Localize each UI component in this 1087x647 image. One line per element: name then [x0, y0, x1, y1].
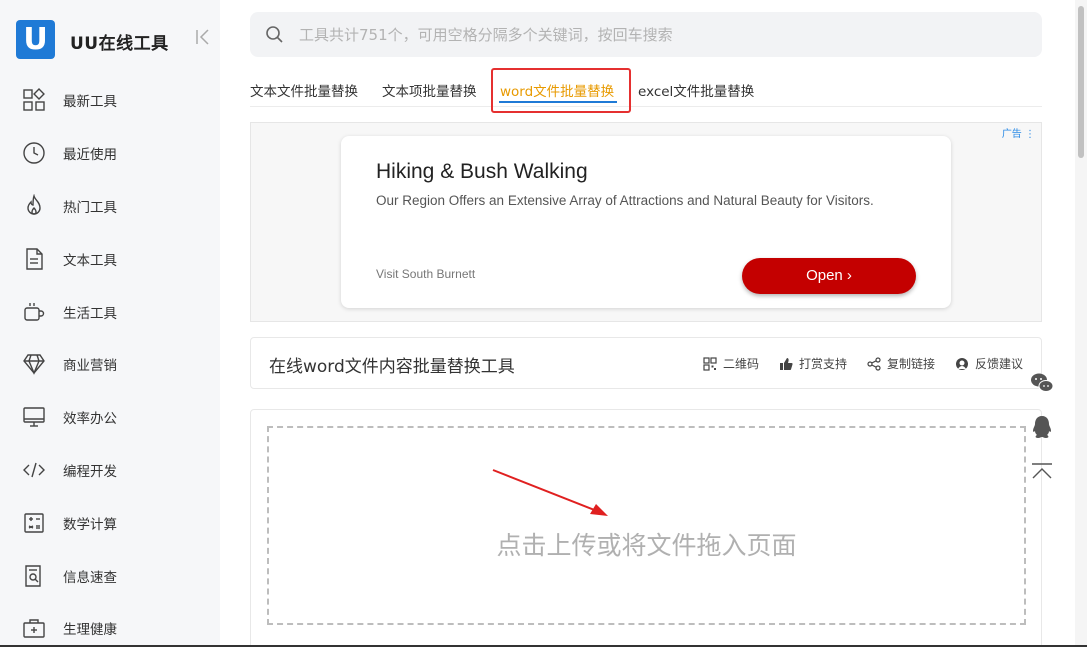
copy-link-label: 复制链接	[886, 357, 935, 371]
tab-text-file-replace[interactable]: 文本文件批量替换	[250, 80, 358, 100]
sidebar-item-label: 数学计算	[63, 516, 117, 533]
ad-label[interactable]: 广告 ⋮	[1002, 125, 1035, 140]
file-dropzone[interactable]: 点击上传或将文件拖入页面	[267, 426, 1026, 625]
sidebar-item-health[interactable]: 生理健康	[0, 602, 220, 647]
sidebar-item-label: 最新工具	[63, 94, 117, 111]
search-icon	[266, 25, 283, 43]
code-icon	[21, 457, 47, 483]
tip-support-button[interactable]: 打赏支持	[779, 355, 847, 372]
scrollbar[interactable]	[1075, 0, 1087, 647]
qq-icon[interactable]	[1029, 414, 1055, 440]
search-bar	[250, 12, 1042, 57]
sidebar-item-label: 生理健康	[63, 622, 117, 639]
upload-panel: 点击上传或将文件拖入页面	[250, 409, 1042, 647]
share-icon	[867, 356, 881, 371]
diamond-icon	[21, 351, 47, 377]
tab-excel-file-replace[interactable]: excel文件批量替换	[638, 80, 754, 100]
flame-icon	[21, 193, 47, 219]
sidebar-item-office[interactable]: 效率办公	[0, 391, 220, 444]
ad-title[interactable]: Hiking & Bush Walking	[376, 160, 588, 184]
back-to-top-icon[interactable]	[1029, 460, 1055, 486]
ad-source: Visit South Burnett	[376, 267, 476, 281]
ad-card[interactable]: Hiking & Bush Walking Our Region Offers …	[341, 136, 951, 308]
sidebar-item-label: 编程开发	[63, 463, 117, 480]
sidebar-item-label: 热门工具	[63, 199, 117, 216]
medkit-icon	[21, 615, 47, 641]
search-input[interactable]	[299, 25, 999, 44]
sidebar: U UU在线工具 最新工具 最近使用 热门工具 文本工具 生活工具 商业营销 效…	[0, 0, 220, 647]
sidebar-item-info[interactable]: 信息速查	[0, 549, 220, 602]
app-logo[interactable]: U	[16, 20, 55, 59]
ad-open-button[interactable]: Open ›	[742, 258, 916, 294]
calculator-icon	[21, 510, 47, 536]
feedback-button[interactable]: 反馈建议	[955, 355, 1023, 372]
sidebar-nav: 最新工具 最近使用 热门工具 文本工具 生活工具 商业营销 效率办公 编程开发	[0, 74, 220, 647]
qrcode-icon	[703, 356, 717, 371]
sidebar-item-text[interactable]: 文本工具	[0, 232, 220, 285]
sidebar-item-business[interactable]: 商业营销	[0, 338, 220, 391]
tab-text-item-replace[interactable]: 文本项批量替换	[382, 80, 477, 100]
sidebar-item-label: 商业营销	[63, 358, 117, 375]
sidebar-item-label: 生活工具	[63, 305, 117, 322]
grid-icon	[21, 87, 47, 113]
collapse-sidebar-icon[interactable]	[194, 27, 212, 52]
page-title: 在线word文件内容批量替换工具	[269, 357, 515, 377]
ad-banner: 广告 ⋮ Hiking & Bush Walking Our Region Of…	[250, 122, 1042, 322]
sidebar-item-hot[interactable]: 热门工具	[0, 180, 220, 233]
copy-link-button[interactable]: 复制链接	[867, 355, 935, 372]
sidebar-item-label: 文本工具	[63, 252, 117, 269]
sidebar-item-newest[interactable]: 最新工具	[0, 74, 220, 127]
red-arrow-annotation	[492, 469, 608, 516]
qrcode-button[interactable]: 二维码	[703, 355, 759, 372]
ad-description: Our Region Offers an Extensive Array of …	[376, 193, 874, 208]
feedback-icon	[955, 357, 968, 370]
tool-tabs: 文本文件批量替换 文本项批量替换 word文件批量替换 excel文件批量替换	[250, 66, 1042, 107]
upload-hint: 点击上传或将文件拖入页面	[496, 531, 797, 560]
wechat-icon[interactable]	[1029, 370, 1055, 396]
search-doc-icon	[21, 563, 47, 589]
sidebar-item-life[interactable]: 生活工具	[0, 285, 220, 338]
sidebar-item-label: 效率办公	[63, 411, 117, 428]
sidebar-item-label: 最近使用	[63, 147, 117, 164]
active-tab-highlight	[491, 68, 631, 113]
sidebar-item-dev[interactable]: 编程开发	[0, 444, 220, 497]
thumbs-up-icon	[779, 357, 793, 370]
tip-support-label: 打赏支持	[798, 357, 847, 371]
sidebar-item-label: 信息速查	[63, 569, 117, 586]
tool-header: 在线word文件内容批量替换工具 二维码 打赏支持 复制链接 反馈建议	[250, 337, 1042, 389]
sidebar-item-math[interactable]: 数学计算	[0, 496, 220, 549]
qrcode-label: 二维码	[722, 357, 759, 371]
tool-actions: 二维码 打赏支持 复制链接 反馈建议	[703, 355, 1023, 372]
cup-icon	[21, 299, 47, 325]
document-icon	[21, 246, 47, 272]
monitor-icon	[21, 404, 47, 430]
feedback-label: 反馈建议	[974, 357, 1023, 371]
clock-icon	[21, 140, 47, 166]
app-title[interactable]: UU在线工具	[70, 29, 169, 54]
sidebar-item-recent[interactable]: 最近使用	[0, 127, 220, 180]
scrollbar-thumb[interactable]	[1078, 6, 1084, 158]
